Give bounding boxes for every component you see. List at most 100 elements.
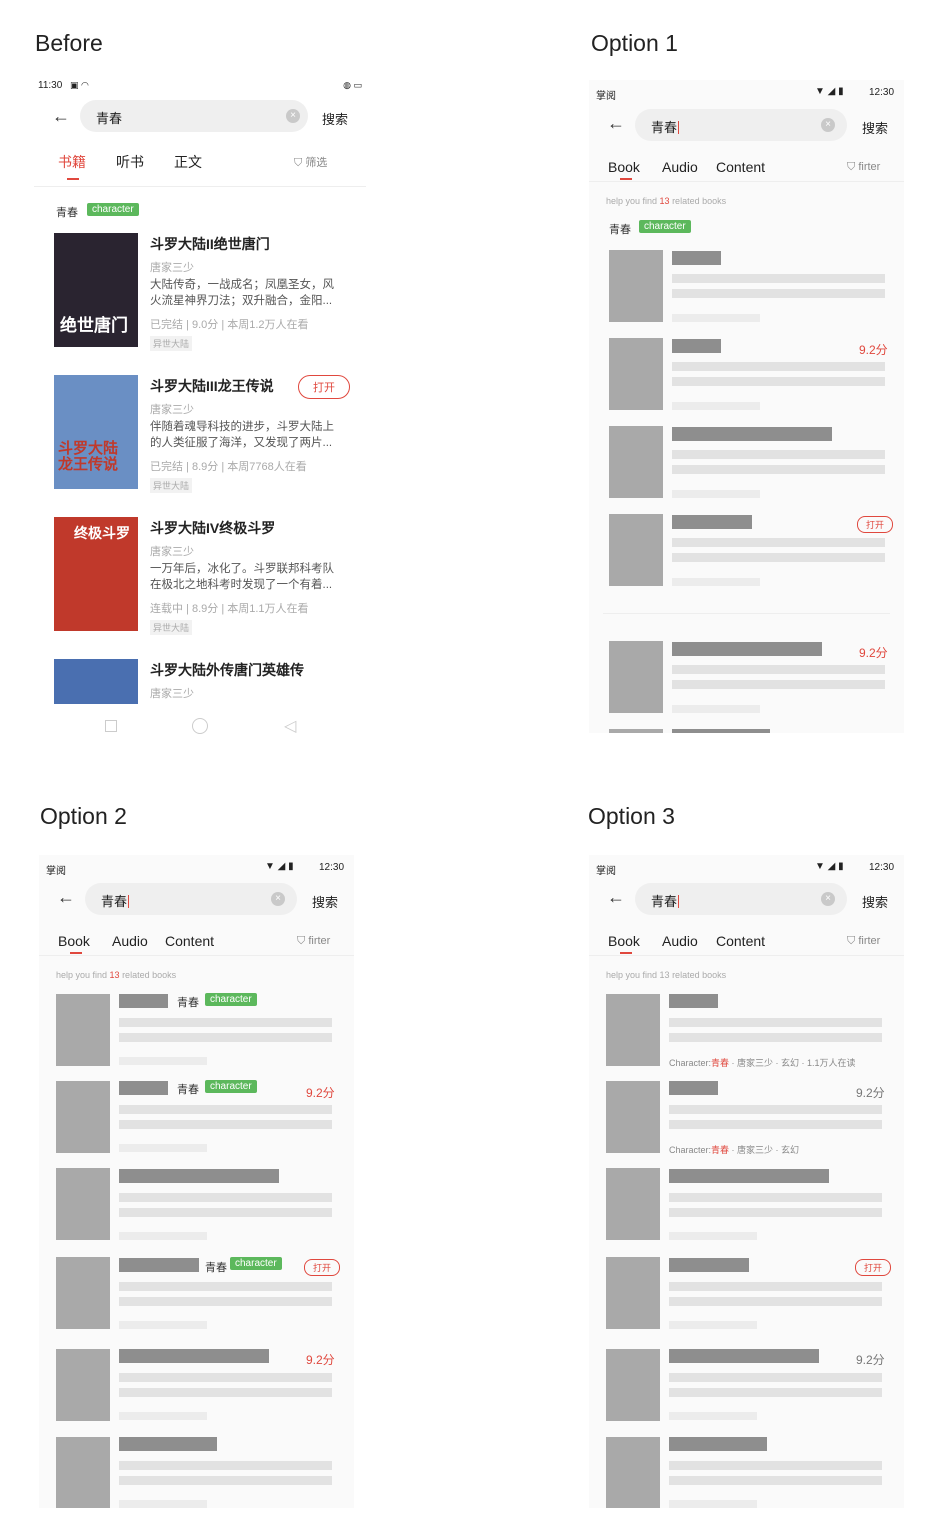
clear-icon[interactable]: ×	[821, 118, 835, 132]
text-placeholder	[672, 553, 885, 562]
search-input[interactable]: 青春 ×	[635, 883, 847, 915]
filter-button[interactable]: ⛉ firter	[297, 935, 330, 948]
character-tag: character	[205, 1080, 257, 1093]
book-cover[interactable]	[606, 1168, 660, 1240]
tab-audiobooks[interactable]: 听书	[116, 152, 144, 172]
back-arrow-icon[interactable]: ←	[607, 887, 625, 908]
text-placeholder	[672, 377, 885, 386]
text-placeholder	[119, 1476, 332, 1485]
search-input[interactable]: 青春 ×	[635, 109, 847, 141]
open-button[interactable]: 打开	[298, 375, 350, 399]
search-input[interactable]: 青春 ×	[80, 100, 308, 132]
book-cover[interactable]	[606, 994, 660, 1066]
title-placeholder	[669, 1437, 767, 1451]
back-arrow-icon[interactable]: ←	[52, 106, 70, 127]
title-placeholder	[669, 1081, 718, 1095]
search-input[interactable]: 青春 ×	[85, 883, 297, 915]
book-cover[interactable]	[609, 338, 663, 410]
open-button[interactable]: 打开	[304, 1259, 341, 1276]
option3-screen: 掌阅 ▼ ◢ ▮ 12:30 ← 青春 × 搜索 Book Audio Cont…	[589, 855, 904, 1508]
status-time: 11:30	[38, 80, 63, 91]
search-button[interactable]: 搜索	[862, 892, 888, 911]
book-cover[interactable]	[609, 426, 663, 498]
meta-placeholder	[119, 1232, 207, 1240]
book-score: 9.2分	[856, 1353, 885, 1367]
search-query: 青春	[101, 894, 130, 909]
tab-book[interactable]: Book	[608, 933, 640, 949]
home-icon[interactable]	[192, 718, 208, 734]
text-placeholder	[669, 1388, 882, 1397]
status-bar: 掌阅 ▼ ◢ ▮ 12:30	[589, 855, 904, 883]
character-tag: character	[87, 203, 139, 216]
meta-placeholder	[669, 1500, 757, 1508]
book-cover[interactable]	[54, 659, 138, 704]
back-arrow-icon[interactable]: ←	[607, 113, 625, 134]
book-cover[interactable]	[56, 1081, 110, 1153]
book-score: 9.2分	[856, 1086, 885, 1100]
filter-button[interactable]: ⛉ 筛选	[294, 154, 327, 170]
tab-text[interactable]: 正文	[174, 152, 202, 172]
status-time: 12:30	[319, 862, 345, 873]
book-cover[interactable]	[606, 1349, 660, 1421]
title-placeholder	[669, 1169, 829, 1183]
tab-book[interactable]: Book	[58, 933, 90, 949]
book-cover[interactable]	[606, 1081, 660, 1153]
book-cover[interactable]: 斗罗大陆 龙王传说	[54, 375, 138, 489]
recent-apps-icon[interactable]	[105, 720, 117, 732]
book-cover[interactable]	[56, 1437, 110, 1508]
clear-icon[interactable]: ×	[286, 109, 300, 123]
tab-content[interactable]: Content	[716, 933, 765, 949]
book-cover[interactable]	[609, 641, 663, 713]
open-button[interactable]: 打开	[857, 516, 894, 533]
book-title[interactable]: 斗罗大陆IV终极斗罗	[150, 518, 275, 538]
book-title[interactable]: 斗罗大陆III龙王传说	[150, 376, 274, 396]
book-cover[interactable]	[609, 514, 663, 586]
tab-audio[interactable]: Audio	[662, 159, 698, 175]
back-arrow-icon[interactable]: ←	[57, 887, 75, 908]
tab-audio[interactable]: Audio	[662, 933, 698, 949]
tabs-divider	[589, 181, 904, 182]
tab-books[interactable]: 书籍	[58, 152, 86, 172]
book-cover[interactable]	[606, 1257, 660, 1329]
signal-icon: ▼ ◢ ▮	[815, 861, 844, 872]
filter-button[interactable]: ⛉ firter	[847, 161, 880, 174]
search-button[interactable]: 搜索	[862, 118, 888, 137]
meta-placeholder	[669, 1321, 757, 1329]
meta-placeholder	[672, 314, 760, 322]
book-cover[interactable]	[609, 250, 663, 322]
character-keyword: 青春	[177, 1084, 199, 1096]
tab-book[interactable]: Book	[608, 159, 640, 175]
text-placeholder	[669, 1193, 882, 1202]
tab-content[interactable]: Content	[165, 933, 214, 949]
book-cover[interactable]	[609, 729, 663, 733]
open-button[interactable]: 打开	[855, 1259, 892, 1276]
book-cover[interactable]	[56, 994, 110, 1066]
title-placeholder	[119, 994, 168, 1008]
book-cover[interactable]	[56, 1168, 110, 1240]
text-placeholder	[669, 1018, 882, 1027]
book-cover[interactable]	[56, 1349, 110, 1421]
status-time: 12:30	[869, 862, 895, 873]
tab-audio[interactable]: Audio	[112, 933, 148, 949]
character-keyword: 青春	[609, 224, 631, 236]
text-placeholder	[119, 1105, 332, 1114]
filter-button[interactable]: ⛉ firter	[847, 935, 880, 948]
clear-icon[interactable]: ×	[271, 892, 285, 906]
clear-icon[interactable]: ×	[821, 892, 835, 906]
book-category: 异世大陆	[150, 336, 193, 351]
book-cover[interactable]	[56, 1257, 110, 1329]
search-button[interactable]: 搜索	[312, 892, 338, 911]
section-divider	[603, 613, 890, 614]
book-title[interactable]: 斗罗大陆II绝世唐门	[150, 234, 270, 254]
status-time: 12:30	[869, 87, 895, 98]
book-cover[interactable]: 绝世唐门	[54, 233, 138, 347]
filter-icon: ⛉	[847, 161, 859, 173]
text-placeholder	[669, 1282, 882, 1291]
search-button[interactable]: 搜索	[322, 109, 348, 128]
app-name: 掌阅	[46, 866, 66, 877]
book-cover[interactable]: 终极斗罗	[54, 517, 138, 631]
book-title[interactable]: 斗罗大陆外传唐门英雄传	[150, 660, 304, 680]
book-cover[interactable]	[606, 1437, 660, 1508]
back-icon[interactable]: ◁	[284, 716, 296, 736]
tab-content[interactable]: Content	[716, 159, 765, 175]
